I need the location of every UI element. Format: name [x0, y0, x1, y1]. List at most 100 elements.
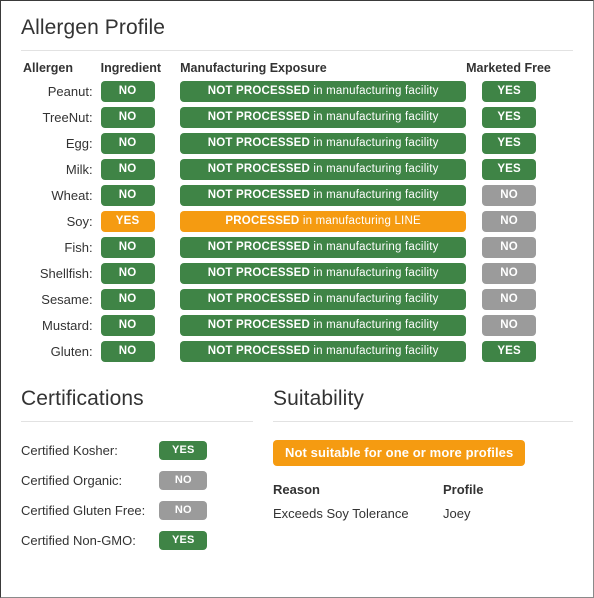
table-row: Mustard: NO NOT PROCESSED in manufacturing… — [21, 315, 573, 341]
allergen-name-label: Sesame: — [41, 292, 93, 307]
exposure-status-badge: NOT PROCESSED in manufacturing facility — [180, 315, 467, 336]
exposure-cell: NOT PROCESSED in manufacturing facility — [180, 315, 467, 341]
exposure-emphasis-text: NOT PROCESSED — [207, 111, 310, 123]
certification-value-cell: NO — [159, 470, 208, 500]
ingredient-status-badge: NO — [100, 133, 155, 154]
marketed-free-cell: NO — [466, 315, 573, 341]
exposure-detail-text: in manufacturing facility — [309, 345, 439, 357]
bottom-sections: Certifications Certified Kosher: YES Certi… — [21, 386, 573, 560]
ingredient-cell: NO — [100, 315, 181, 341]
certification-label: Certified Gluten Free: — [21, 502, 146, 518]
exposure-status-badge: NOT PROCESSED in manufacturing facility — [180, 81, 467, 102]
table-row: Wheat: NO NOT PROCESSED in manufacturing f… — [21, 185, 573, 211]
marketed-free-status-badge: YES — [482, 133, 537, 154]
table-row: Egg: NO NOT PROCESSED in manufacturing fac… — [21, 133, 573, 159]
suitability-table-head: Reason Profile — [273, 482, 573, 506]
table-row: Soy: YES PROCESSED in manufacturing LINE NO — [21, 211, 573, 237]
exposure-status-badge: NOT PROCESSED in manufacturing facility — [180, 107, 467, 128]
certifications-section: Certifications Certified Kosher: YES Certi… — [21, 386, 273, 560]
marketed-free-status-badge: YES — [482, 107, 537, 128]
certification-row: Certified Non-GMO: YES — [21, 530, 208, 560]
allergen-name-label: Peanut: — [47, 84, 93, 99]
suitability-reason: Exceeds Soy Tolerance — [273, 506, 409, 521]
suitability-table-body: Exceeds Soy Tolerance Joey — [273, 506, 573, 521]
certifications-table-body: Certified Kosher: YES Certified Organic: NO… — [21, 440, 208, 560]
exposure-cell: PROCESSED in manufacturing LINE — [180, 211, 467, 237]
certification-value-cell: YES — [159, 530, 208, 560]
ingredient-status-badge: YES — [100, 211, 155, 232]
suitability-section: Suitability Not suitable for one or more… — [273, 386, 573, 560]
certification-status-badge: YES — [159, 531, 208, 550]
ingredient-status-badge: NO — [100, 341, 155, 362]
allergen-table-body: Peanut: NO NOT PROCESSED in manufacturing … — [21, 81, 573, 367]
exposure-cell: NOT PROCESSED in manufacturing facility — [180, 81, 467, 107]
allergen-name-label: Soy: — [66, 214, 93, 229]
exposure-status-badge: NOT PROCESSED in manufacturing facility — [180, 133, 467, 154]
suitability-table: Reason Profile Exceeds Soy Tolerance Joey — [273, 482, 573, 521]
exposure-detail-text: in manufacturing LINE — [299, 215, 421, 227]
ingredient-status-badge: NO — [100, 185, 155, 206]
certification-status-badge: YES — [159, 441, 208, 460]
exposure-cell: NOT PROCESSED in manufacturing facility — [180, 237, 467, 263]
certification-value-cell: YES — [159, 440, 208, 470]
certification-label: Certified Organic: — [21, 472, 123, 488]
exposure-detail-text: in manufacturing facility — [309, 111, 439, 123]
column-header-allergen: Allergen — [23, 61, 74, 75]
table-row: TreeNut: NO NOT PROCESSED in manufacturing… — [21, 107, 573, 133]
ingredient-cell: NO — [100, 81, 181, 107]
table-row: Shellfish: NO NOT PROCESSED in manufacturi… — [21, 263, 573, 289]
table-row: Fish: NO NOT PROCESSED in manufacturing fa… — [21, 237, 573, 263]
exposure-emphasis-text: NOT PROCESSED — [207, 137, 310, 149]
ingredient-status-badge: NO — [100, 81, 155, 102]
ingredient-status-badge: NO — [100, 289, 155, 310]
allergen-name-label: Gluten: — [50, 344, 93, 359]
marketed-free-cell: NO — [466, 185, 573, 211]
certification-label: Certified Kosher: — [21, 442, 118, 458]
exposure-detail-text: in manufacturing facility — [309, 163, 439, 175]
marketed-free-cell: YES — [466, 81, 573, 107]
marketed-free-cell: YES — [466, 341, 573, 367]
certification-row: Certified Kosher: YES — [21, 440, 208, 470]
exposure-status-badge: PROCESSED in manufacturing LINE — [180, 211, 467, 232]
column-header-reason: Reason — [273, 482, 320, 497]
column-header-ingredient: Ingredient — [100, 61, 162, 75]
marketed-free-status-badge: NO — [482, 263, 537, 284]
exposure-status-badge: NOT PROCESSED in manufacturing facility — [180, 159, 467, 180]
exposure-emphasis-text: NOT PROCESSED — [207, 85, 310, 97]
marketed-free-status-badge: YES — [482, 81, 537, 102]
suitability-title: Suitability — [273, 387, 364, 410]
ingredient-status-badge: NO — [100, 263, 155, 284]
allergen-name-label: Egg: — [65, 136, 93, 151]
marketed-free-cell: NO — [466, 211, 573, 237]
certification-row: Certified Organic: NO — [21, 470, 208, 500]
marketed-free-cell: NO — [466, 263, 573, 289]
certification-status-badge: NO — [159, 501, 208, 520]
marketed-free-status-badge: NO — [482, 185, 537, 206]
exposure-detail-text: in manufacturing facility — [309, 319, 439, 331]
ingredient-cell: NO — [100, 237, 181, 263]
marketed-free-status-badge: NO — [482, 237, 537, 258]
exposure-status-badge: NOT PROCESSED in manufacturing facility — [180, 263, 467, 284]
exposure-status-badge: NOT PROCESSED in manufacturing facility — [180, 289, 467, 310]
allergen-name-label: Milk: — [65, 162, 93, 177]
certification-value-cell: NO — [159, 500, 208, 530]
exposure-emphasis-text: NOT PROCESSED — [207, 267, 310, 279]
suitability-divider — [273, 421, 573, 422]
exposure-detail-text: in manufacturing facility — [309, 137, 439, 149]
exposure-cell: NOT PROCESSED in manufacturing facility — [180, 185, 467, 211]
suitability-status-badge: Not suitable for one or more profiles — [273, 440, 526, 466]
exposure-detail-text: in manufacturing facility — [309, 189, 439, 201]
marketed-free-status-badge: NO — [482, 289, 537, 310]
table-row: Peanut: NO NOT PROCESSED in manufacturing … — [21, 81, 573, 107]
exposure-status-badge: NOT PROCESSED in manufacturing facility — [180, 341, 467, 362]
exposure-detail-text: in manufacturing facility — [309, 241, 439, 253]
suitability-row: Exceeds Soy Tolerance Joey — [273, 506, 573, 521]
marketed-free-cell: YES — [466, 159, 573, 185]
card-inner: Allergen Profile Allergen Ingredient Man… — [1, 1, 593, 560]
certifications-divider — [21, 421, 253, 422]
allergen-table: Allergen Ingredient Manufacturing Exposu… — [21, 61, 573, 367]
title-divider — [21, 50, 573, 51]
certification-label: Certified Non-GMO: — [21, 532, 136, 548]
column-header-exposure: Manufacturing Exposure — [180, 61, 327, 75]
marketed-free-cell: NO — [466, 289, 573, 315]
